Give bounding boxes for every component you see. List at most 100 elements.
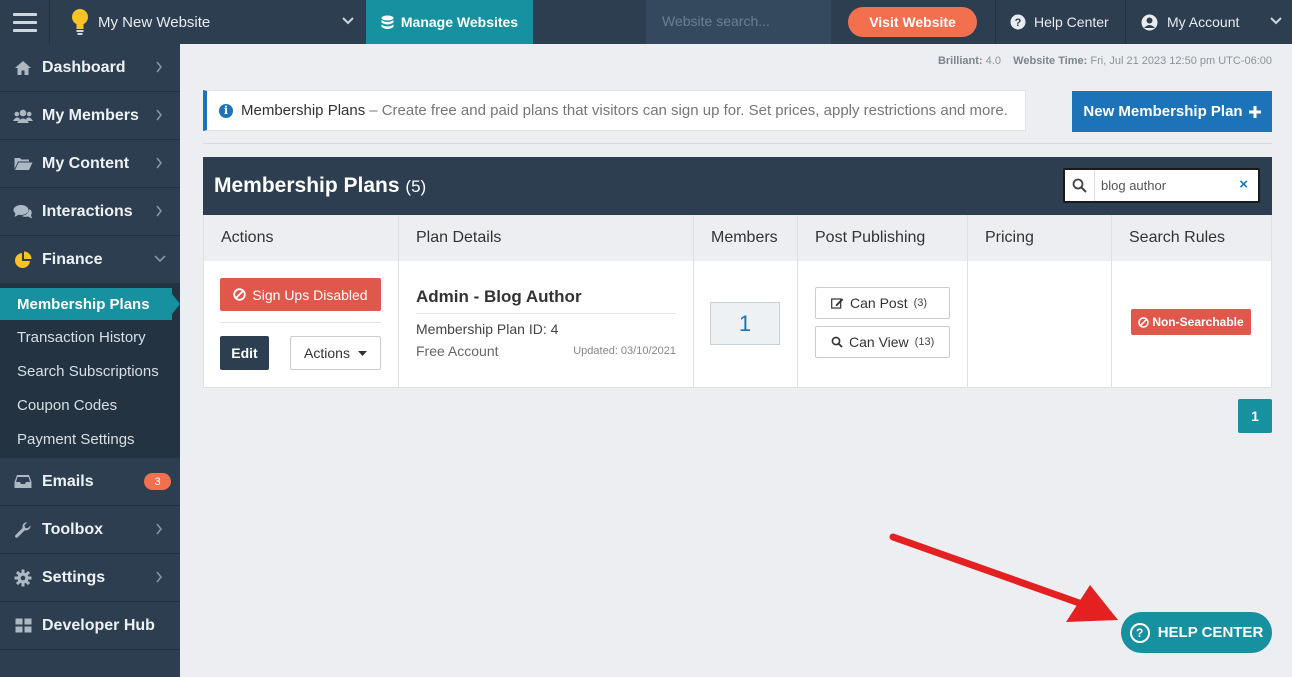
sidebar-subitem-transaction-history[interactable]: Transaction History xyxy=(0,320,180,354)
sidebar-item-finance[interactable]: Finance xyxy=(0,236,180,284)
website-selector[interactable]: My New Website xyxy=(50,0,366,44)
sidebar-item-interactions[interactable]: Interactions xyxy=(0,188,180,236)
actions-cell: Sign Ups Disabled Edit Actions xyxy=(204,261,399,387)
chevron-down-icon xyxy=(154,255,166,263)
member-count[interactable]: 1 xyxy=(710,302,780,345)
column-header-plan-details: Plan Details xyxy=(399,215,694,261)
emails-count-badge: 3 xyxy=(144,473,171,490)
plan-name[interactable]: Admin - Blog Author xyxy=(416,287,582,307)
actions-dropdown[interactable]: Actions xyxy=(290,336,381,370)
sidebar-item-developer-hub[interactable]: Developer Hub xyxy=(0,602,180,650)
plan-details-cell: Admin - Blog Author Membership Plan ID: … xyxy=(399,261,694,387)
new-membership-plan-button[interactable]: New Membership Plan xyxy=(1072,91,1272,132)
clear-search-icon[interactable]: × xyxy=(1239,176,1248,193)
table-row: Sign Ups Disabled Edit Actions Admin - B… xyxy=(203,261,1272,388)
finance-submenu: Membership Plans Transaction History Sea… xyxy=(0,284,180,458)
can-post-count: (3) xyxy=(913,297,928,309)
sidebar-subitem-membership-plans[interactable]: Membership Plans xyxy=(0,288,180,320)
question-circle-icon: ? xyxy=(1010,14,1026,30)
column-header-search-rules: Search Rules xyxy=(1129,229,1226,246)
search-icon xyxy=(831,336,843,348)
sidebar-item-emails[interactable]: Emails 3 xyxy=(0,458,180,506)
new-membership-plan-label: New Membership Plan xyxy=(1083,103,1243,120)
actions-dropdown-label: Actions xyxy=(304,345,350,361)
users-icon xyxy=(13,106,33,126)
chevron-right-icon xyxy=(156,571,163,583)
sidebar-item-label: Dashboard xyxy=(42,58,126,76)
svg-text:?: ? xyxy=(1015,17,1022,29)
my-account-menu[interactable]: My Account xyxy=(1141,0,1239,44)
chevron-right-icon xyxy=(156,157,163,169)
caret-down-icon xyxy=(357,350,367,356)
folder-icon xyxy=(13,154,33,174)
can-view-button[interactable]: Can View (13) xyxy=(815,326,950,358)
chevron-down-icon[interactable] xyxy=(1270,16,1282,26)
grid-icon xyxy=(13,616,33,636)
chevron-right-icon xyxy=(156,109,163,121)
membership-plans-panel-header: Membership Plans (5) × xyxy=(203,157,1272,215)
sidebar-item-label: Finance xyxy=(42,250,103,268)
help-center-floating-label: HELP CENTER xyxy=(1157,624,1264,641)
sidebar-item-label: Settings xyxy=(42,568,106,586)
edit-icon xyxy=(831,298,844,309)
version-label: Brilliant: xyxy=(937,55,983,67)
panel-title: Membership Plans (5) xyxy=(214,174,426,198)
sign-ups-disabled-label: Sign Ups Disabled xyxy=(252,286,368,303)
wrench-icon xyxy=(13,520,33,540)
info-callout: i Membership Plans – Create free and pai… xyxy=(203,90,1026,131)
sidebar-item-my-content[interactable]: My Content xyxy=(0,140,180,188)
user-circle-icon xyxy=(1141,14,1158,30)
hamburger-icon xyxy=(12,12,37,16)
sidebar-subitem-coupon-codes[interactable]: Coupon Codes xyxy=(0,388,180,422)
inbox-icon xyxy=(13,472,33,492)
plan-id: Membership Plan ID: 4 xyxy=(416,321,559,337)
sidebar-item-toolbox[interactable]: Toolbox xyxy=(0,506,180,554)
manage-websites-button[interactable]: Manage Websites xyxy=(366,0,533,44)
chevron-down-icon xyxy=(342,17,354,25)
menu-toggle-button[interactable] xyxy=(0,0,50,44)
info-title: Membership Plans xyxy=(241,102,366,119)
plan-search-input[interactable] xyxy=(1095,178,1225,193)
sidebar: Dashboard My Members My Content Interact… xyxy=(0,44,180,677)
sidebar-item-settings[interactable]: Settings xyxy=(0,554,180,602)
sign-ups-disabled-button[interactable]: Sign Ups Disabled xyxy=(220,278,381,311)
website-time-value: Fri, Jul 21 2023 12:50 pm UTC-06:00 xyxy=(1090,55,1272,67)
sidebar-item-my-members[interactable]: My Members xyxy=(0,92,180,140)
ban-icon xyxy=(233,288,247,301)
sidebar-item-dashboard[interactable]: Dashboard xyxy=(0,44,180,92)
non-searchable-badge: Non-Searchable xyxy=(1131,309,1251,335)
website-name: My New Website xyxy=(98,13,211,31)
website-search-input[interactable]: Website search... xyxy=(646,0,831,44)
sidebar-item-label: Emails xyxy=(42,472,94,490)
info-text: – Create free and paid plans that visito… xyxy=(369,102,1008,119)
chevron-right-icon xyxy=(156,205,163,217)
help-center-floating-button[interactable]: ? HELP CENTER xyxy=(1121,612,1272,653)
table-header: Actions Plan Details Members Post Publis… xyxy=(203,215,1272,261)
can-post-button[interactable]: Can Post (3) xyxy=(815,287,950,319)
sidebar-item-label: Interactions xyxy=(42,202,133,220)
pie-chart-icon xyxy=(13,250,33,270)
home-icon xyxy=(13,58,33,78)
search-rules-cell: Non-Searchable xyxy=(1112,261,1271,387)
divider xyxy=(220,322,381,323)
help-center-link[interactable]: ? Help Center xyxy=(1010,0,1109,44)
sidebar-item-label: My Content xyxy=(42,154,130,172)
divider xyxy=(995,0,996,44)
divider xyxy=(203,143,1272,144)
version-value: 4.0 xyxy=(985,55,1001,67)
status-line: Brilliant: 4.0 Website Time: Fri, Jul 21… xyxy=(900,55,1272,67)
sidebar-subitem-search-subscriptions[interactable]: Search Subscriptions xyxy=(0,354,180,388)
can-post-label: Can Post xyxy=(850,295,908,311)
column-header-actions: Actions xyxy=(204,215,399,261)
visit-website-button[interactable]: Visit Website xyxy=(848,7,977,37)
edit-button[interactable]: Edit xyxy=(220,336,269,370)
non-searchable-label: Non-Searchable xyxy=(1152,315,1244,329)
pagination-page-button[interactable]: 1 xyxy=(1238,399,1272,433)
ban-icon xyxy=(1138,316,1150,328)
manage-websites-label: Manage Websites xyxy=(400,14,519,30)
sidebar-subitem-payment-settings[interactable]: Payment Settings xyxy=(0,422,180,456)
plus-icon xyxy=(1248,105,1261,118)
plan-type: Free Account xyxy=(416,343,499,359)
help-center-label: Help Center xyxy=(1034,14,1109,30)
info-icon: i xyxy=(219,103,233,118)
